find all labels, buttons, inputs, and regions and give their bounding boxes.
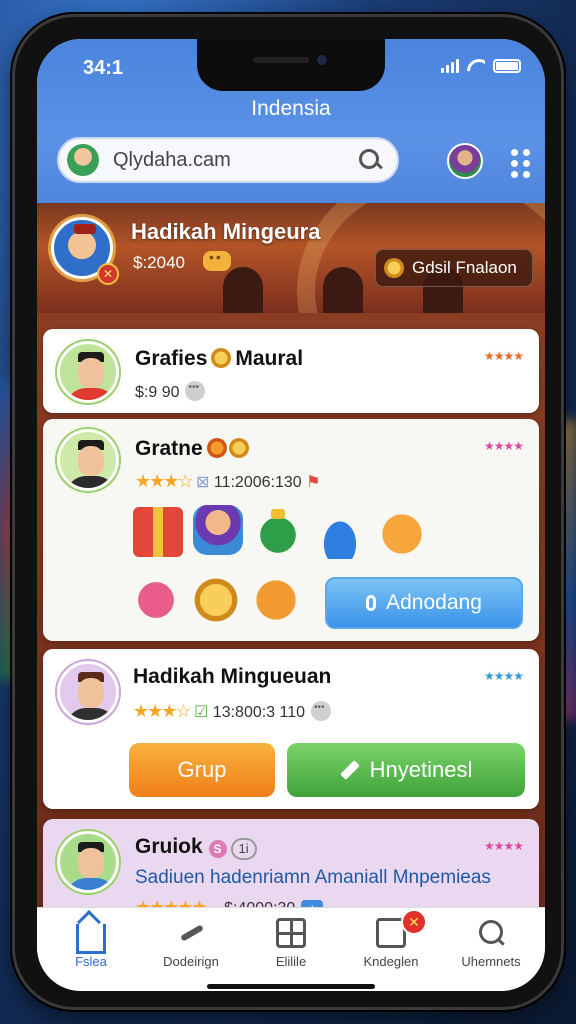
mic-icon [366, 595, 377, 611]
tab-kndeglen[interactable]: ✕ Kndeglen [341, 909, 441, 969]
coin-icon [206, 438, 227, 458]
tab-dodeirign[interactable]: Dodeirign [141, 918, 241, 969]
gift-emoji-icon[interactable] [377, 509, 427, 559]
coin-icon [211, 348, 232, 368]
add-button-label: Adnodang [386, 591, 482, 614]
banner-amount: $:2040 [133, 253, 185, 272]
front-camera [315, 53, 329, 67]
tab-label: Uhemnets [461, 954, 521, 969]
tab-label: Fslea [75, 954, 107, 969]
list-item[interactable]: Gratne ★★★☆ ⊠ 11:2006:130 ⚑ ★★★★ Adnodan… [43, 419, 539, 641]
search-input[interactable]: Qlydaha.cam [113, 149, 357, 172]
badge-icon: ✕ [97, 263, 119, 285]
notification-badge: ✕ [401, 909, 427, 935]
card-title: Hadikah Mingueuan [133, 665, 332, 688]
feed-list: Grafies Maural $:9 90 ★★★★ Gratne ★★★☆ ⊠ [37, 313, 545, 929]
card-description: Sadiuen hadenriamn Amaniall Mnpemieas [135, 867, 491, 888]
gift-teapot-icon[interactable] [253, 505, 303, 555]
list-item[interactable]: Grafies Maural $:9 90 ★★★★ [43, 329, 539, 413]
coin-icon [228, 438, 249, 458]
tab-label: Elilile [275, 954, 307, 969]
chat-icon [311, 701, 332, 721]
coin-icon [384, 258, 404, 278]
banner-action-label: Gdsil Fnalaon [412, 258, 517, 277]
card-meta: ★★★☆ ⊠ 11:2006:130 ⚑ [135, 471, 320, 492]
add-button[interactable]: Adnodang [325, 577, 523, 629]
flag-icon: ⚑ [306, 474, 321, 491]
crowd-figure [323, 267, 363, 313]
card-meta: ★★★☆ ☑ 13:800:3 110 [133, 701, 332, 722]
status-icons [441, 59, 521, 73]
rating-icon: ★★★★ [483, 439, 524, 453]
edit-button[interactable]: Hnyetinesl [287, 743, 525, 797]
card-amount: $:9 90 [135, 384, 180, 401]
wifi-icon [467, 59, 485, 73]
search-icon [476, 918, 506, 948]
notch [197, 39, 385, 91]
battery-icon [493, 59, 521, 73]
page-title: Indensia [251, 97, 331, 120]
tab-elilile[interactable]: Elilile [241, 918, 341, 969]
home-indicator [207, 984, 375, 989]
gift-jar-icon[interactable] [193, 505, 243, 555]
list-item[interactable]: Hadikah Mingueuan ★★★☆ ☑ 13:800:3 110 ★★… [43, 649, 539, 809]
card-title-text: Gruiok [135, 835, 203, 858]
card-title-text: Grafies [135, 347, 208, 370]
tab-label: Kndeglen [363, 954, 419, 969]
card-meta-text: 11:2006:130 [213, 474, 302, 491]
card-title: Grafies Maural [135, 347, 303, 371]
card-subtitle: $:9 90 [135, 381, 206, 402]
badge-count: 1i [230, 838, 257, 860]
star-rating: ★★★☆ [133, 701, 192, 721]
chat-icon [185, 381, 206, 401]
card-meta-text: 13:800:3 110 [212, 704, 306, 721]
grid-box-icon [276, 918, 306, 948]
pencil-icon [339, 760, 360, 780]
group-button[interactable]: Grup [129, 743, 275, 797]
rating-icon: ★★★★ [483, 669, 524, 683]
banner-name: Hadikah Mingeura [131, 219, 321, 244]
check-icon: ☑ [194, 704, 209, 721]
badge-s: S [208, 840, 227, 858]
card-title: Gruiok S 1i [135, 835, 257, 860]
profile-avatar[interactable] [447, 143, 483, 179]
featured-banner[interactable]: ✕ Hadikah Mingeura $:2040 Gdsil Fnalaon [37, 203, 545, 313]
avatar [57, 429, 119, 491]
phone-frame: 34:1 Indensia Qlydaha.cam ✕ Hadikah Ming… [12, 14, 564, 1010]
rating-icon: ★★★★ [483, 349, 524, 363]
check-icon: ⊠ [196, 474, 210, 491]
search-bar[interactable]: Qlydaha.cam [57, 137, 399, 183]
search-icon[interactable] [357, 147, 383, 173]
gift-bowl-icon[interactable] [315, 509, 365, 559]
banner-action-button[interactable]: Gdsil Fnalaon [375, 249, 533, 287]
bottom-tab-bar: Fslea Dodeirign Elilile ✕ Kndeglen Uhemn… [37, 907, 545, 991]
card-title-text: Gratne [135, 437, 203, 460]
more-menu-icon[interactable] [511, 149, 531, 178]
speaker [253, 57, 309, 63]
avatar [57, 341, 119, 403]
card-title: Gratne [135, 437, 253, 461]
gift-berry-icon[interactable] [131, 575, 181, 625]
app-screen: 34:1 Indensia Qlydaha.cam ✕ Hadikah Ming… [37, 39, 545, 991]
rating-icon: ★★★★ [483, 839, 524, 853]
home-icon [76, 924, 106, 954]
status-time: 34:1 [83, 57, 124, 79]
tab-label: Dodeirign [163, 954, 219, 969]
tab-home[interactable]: Fslea [41, 918, 141, 969]
crowd-figure [223, 267, 263, 313]
signal-icon [441, 59, 459, 73]
chat-icon [203, 249, 231, 271]
card-title-suffix: Maural [235, 347, 304, 370]
avatar [57, 831, 119, 893]
gift-coin-icon[interactable] [191, 575, 241, 625]
plane-icon [176, 918, 206, 948]
gift-box-icon[interactable] [133, 507, 183, 557]
star-rating: ★★★☆ [135, 471, 194, 491]
edit-button-label: Hnyetinesl [369, 757, 473, 782]
gift-emoji-icon[interactable] [251, 575, 301, 625]
avatar [57, 661, 119, 723]
message-icon: ✕ [376, 909, 427, 948]
tab-uhemnets[interactable]: Uhemnets [441, 918, 541, 969]
avatar[interactable] [65, 142, 101, 178]
